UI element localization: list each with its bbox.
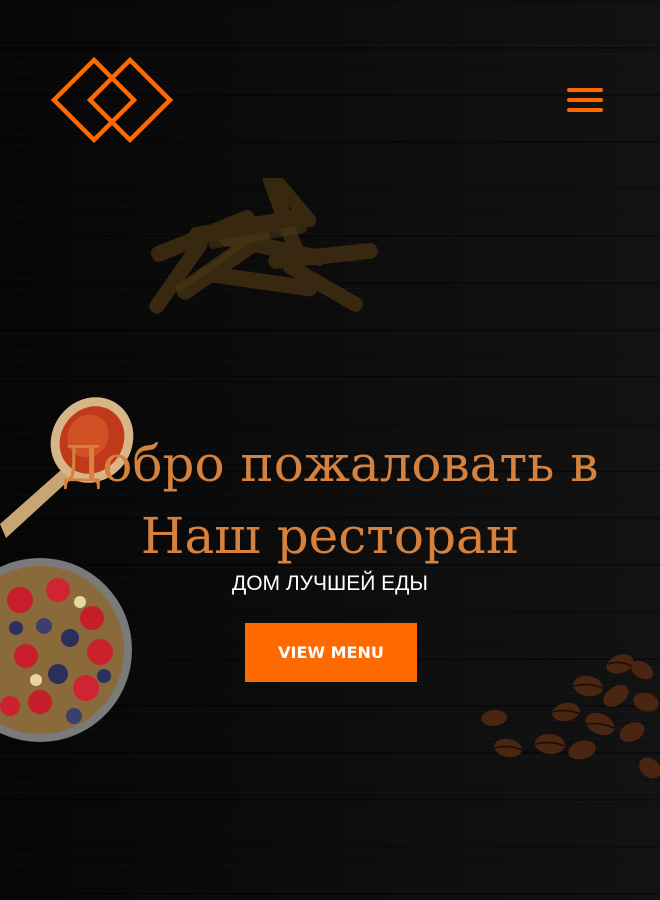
logo-icon[interactable]: [48, 56, 176, 144]
coffee-beans-image: [481, 654, 660, 779]
landing-page: Добро пожаловать в Наш ресторан ДОМ ЛУЧШ…: [0, 0, 660, 900]
hero-title: Добро пожаловать в Наш ресторан: [0, 428, 660, 572]
view-menu-button[interactable]: VIEW MENU: [245, 623, 417, 682]
hamburger-menu-icon[interactable]: [562, 84, 608, 116]
hero-subtitle: ДОМ ЛУЧШЕЙ ЕДЫ: [231, 572, 428, 595]
hero-title-line1: Добро пожаловать в: [61, 435, 599, 493]
french-fries-image: [149, 178, 378, 314]
hero-title-line2: Наш ресторан: [140, 507, 520, 565]
